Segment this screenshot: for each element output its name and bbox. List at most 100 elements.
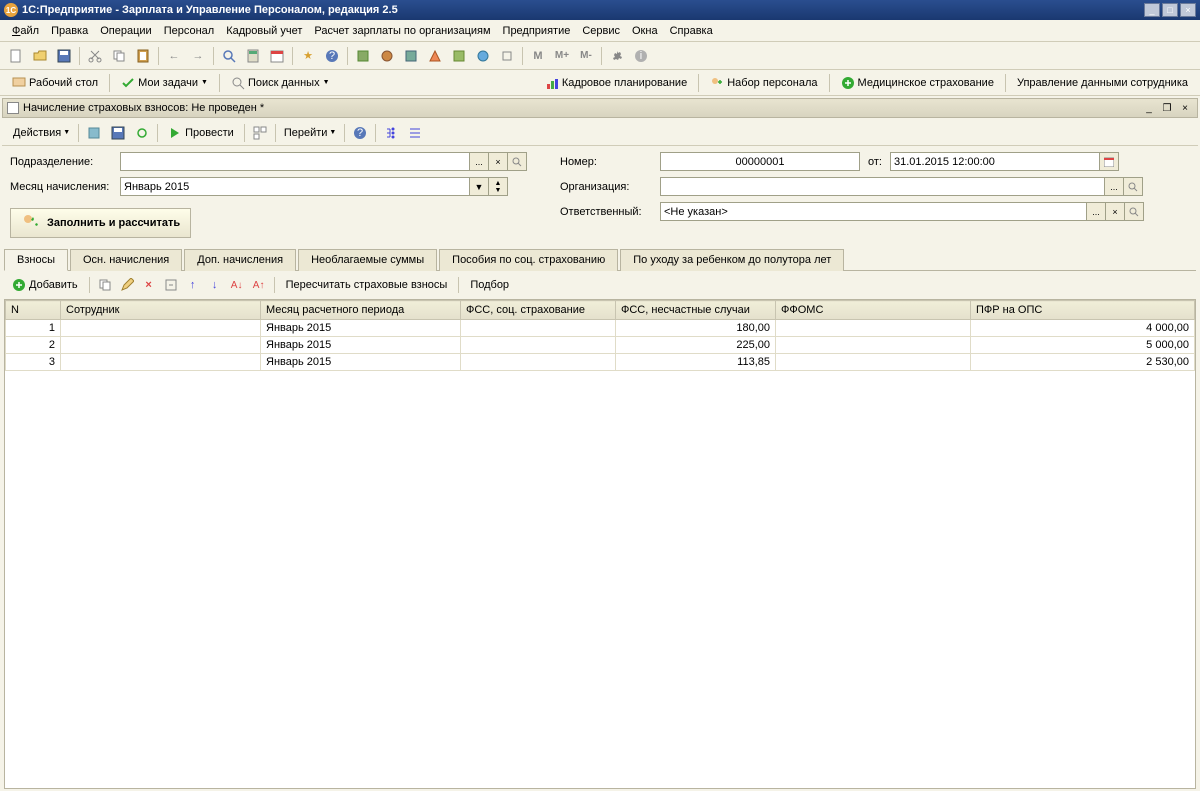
menu-file[interactable]: Файл <box>6 23 45 39</box>
select-button[interactable]: Подбор <box>464 277 515 293</box>
maximize-button[interactable]: □ <box>1162 3 1178 17</box>
cell-pfr[interactable]: 2 530,00 <box>971 354 1195 371</box>
goto-dropdown[interactable]: Перейти ▼ <box>279 124 342 142</box>
search-button[interactable] <box>508 152 527 171</box>
post-doc-icon[interactable] <box>83 122 105 144</box>
menu-hr[interactable]: Кадровый учет <box>220 23 308 39</box>
menu-windows[interactable]: Окна <box>626 23 664 39</box>
col-fss-social[interactable]: ФСС, соц. страхование <box>461 301 616 320</box>
cell-employee[interactable] <box>61 354 261 371</box>
col-n[interactable]: N <box>6 301 61 320</box>
minimize-button[interactable]: _ <box>1144 3 1160 17</box>
nav-recruit[interactable]: Набор персонала <box>702 74 825 92</box>
table-row[interactable]: 1 Январь 2015 180,00 4 000,00 <box>6 320 1195 337</box>
clear-button[interactable]: × <box>489 152 508 171</box>
list-icon[interactable] <box>404 122 426 144</box>
nav-employee-data[interactable]: Управление данными сотрудника <box>1009 75 1196 91</box>
help-icon[interactable]: ? <box>321 45 343 67</box>
cell-fss-social[interactable] <box>461 354 616 371</box>
paste-icon[interactable] <box>132 45 154 67</box>
date-input[interactable] <box>890 152 1100 171</box>
select-button[interactable]: ... <box>470 152 489 171</box>
nav-medical[interactable]: Медицинское страхование <box>833 74 1002 92</box>
tool2-icon[interactable] <box>400 45 422 67</box>
open-icon[interactable] <box>29 45 51 67</box>
copy-row-icon[interactable] <box>95 275 115 295</box>
menu-personnel[interactable]: Персонал <box>158 23 221 39</box>
save-icon[interactable] <box>53 45 75 67</box>
calendar-button[interactable] <box>1100 152 1119 171</box>
menu-payroll[interactable]: Расчет зарплаты по организациям <box>308 23 496 39</box>
m-plus-icon[interactable]: M+ <box>551 45 573 67</box>
search-icon[interactable] <box>218 45 240 67</box>
tab-benefits[interactable]: Пособия по соц. страхованию <box>439 249 618 271</box>
cell-fss-accident[interactable]: 180,00 <box>616 320 776 337</box>
delete-row-icon[interactable]: × <box>139 275 159 295</box>
cell-employee[interactable] <box>61 337 261 354</box>
table-row[interactable]: 3Январь 2015113,852 530,00 <box>6 354 1195 371</box>
options-icon[interactable] <box>352 45 374 67</box>
responsible-input[interactable] <box>660 202 1087 221</box>
post-button[interactable]: Провести <box>161 123 241 143</box>
tab-nontax[interactable]: Необлагаемые суммы <box>298 249 437 271</box>
cut-icon[interactable] <box>84 45 106 67</box>
nav-hr-planning[interactable]: Кадровое планирование <box>537 74 695 92</box>
number-input[interactable] <box>660 152 860 171</box>
tool3-icon[interactable] <box>424 45 446 67</box>
tool5-icon[interactable] <box>472 45 494 67</box>
col-pfr[interactable]: ПФР на ОПС <box>971 301 1195 320</box>
nav-search[interactable]: Поиск данных ▼ <box>223 74 338 92</box>
dropdown-button[interactable]: ▼ <box>470 177 489 196</box>
cell-pfr[interactable]: 4 000,00 <box>971 320 1195 337</box>
search-button[interactable] <box>1125 202 1144 221</box>
forward-icon[interactable]: → <box>187 45 209 67</box>
tab-add-accruals[interactable]: Доп. начисления <box>184 249 296 271</box>
subdivision-input[interactable] <box>120 152 470 171</box>
col-employee[interactable]: Сотрудник <box>61 301 261 320</box>
add-row-button[interactable]: Добавить <box>6 276 84 294</box>
sort-desc-icon[interactable]: A↑ <box>249 275 269 295</box>
cell-period[interactable]: Январь 2015 <box>261 320 461 337</box>
cell-period[interactable]: Январь 2015 <box>261 337 461 354</box>
menu-edit[interactable]: Правка <box>45 23 94 39</box>
data-grid[interactable]: N Сотрудник Месяц расчетного периода ФСС… <box>4 299 1196 789</box>
m-icon[interactable]: M <box>527 45 549 67</box>
cell-period[interactable]: Январь 2015 <box>261 354 461 371</box>
close-button[interactable]: × <box>1180 3 1196 17</box>
structure-icon[interactable] <box>249 122 271 144</box>
copy-icon[interactable] <box>108 45 130 67</box>
nav-desktop[interactable]: Рабочий стол <box>4 74 106 92</box>
save-doc-icon[interactable] <box>107 122 129 144</box>
doc-close-button[interactable]: × <box>1177 101 1193 115</box>
favorite-icon[interactable]: ★ <box>297 45 319 67</box>
edit-row-icon[interactable] <box>117 275 137 295</box>
cell-ffoms[interactable] <box>776 337 971 354</box>
cell-fss-accident[interactable]: 113,85 <box>616 354 776 371</box>
back-icon[interactable]: ← <box>163 45 185 67</box>
cell-fss-social[interactable] <box>461 337 616 354</box>
cell-fss-accident[interactable]: 225,00 <box>616 337 776 354</box>
cell-pfr[interactable]: 5 000,00 <box>971 337 1195 354</box>
menu-enterprise[interactable]: Предприятие <box>497 23 577 39</box>
col-fss-accident[interactable]: ФСС, несчастные случаи <box>616 301 776 320</box>
settings-icon[interactable] <box>606 45 628 67</box>
cell-ffoms[interactable] <box>776 354 971 371</box>
tool1-icon[interactable] <box>376 45 398 67</box>
move-up-icon[interactable]: ↑ <box>183 275 203 295</box>
tree-icon[interactable] <box>380 122 402 144</box>
cell-n[interactable]: 1 <box>6 320 61 337</box>
recalculate-button[interactable]: Пересчитать страховые взносы <box>280 277 454 293</box>
cell-fss-social[interactable] <box>461 320 616 337</box>
nav-tasks[interactable]: Мои задачи ▼ <box>113 74 216 92</box>
search-button[interactable] <box>1124 177 1143 196</box>
cell-ffoms[interactable] <box>776 320 971 337</box>
move-down-icon[interactable]: ↓ <box>205 275 225 295</box>
cell-n[interactable]: 2 <box>6 337 61 354</box>
select-button[interactable]: ... <box>1087 202 1106 221</box>
end-icon[interactable] <box>161 275 181 295</box>
actions-dropdown[interactable]: Действия ▼ <box>8 124 75 142</box>
cell-employee[interactable] <box>61 320 261 337</box>
clear-button[interactable]: × <box>1106 202 1125 221</box>
new-doc-icon[interactable] <box>5 45 27 67</box>
help-doc-icon[interactable]: ? <box>349 122 371 144</box>
